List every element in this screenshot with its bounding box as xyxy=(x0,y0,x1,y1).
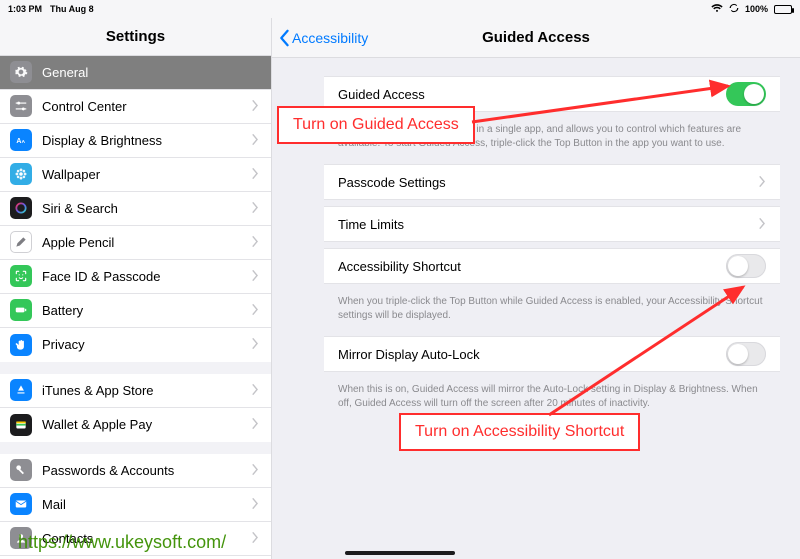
time-limits-row[interactable]: Time Limits xyxy=(324,206,780,242)
sidebar-item-control-center[interactable]: Control Center xyxy=(0,90,271,124)
sidebar-item-label: Apple Pencil xyxy=(42,235,114,250)
mail-icon xyxy=(10,493,32,515)
status-date: Thu Aug 8 xyxy=(50,4,94,14)
guided-access-toggle-switch[interactable] xyxy=(726,82,766,106)
sidebar-item-itunes-app-store[interactable]: iTunes & App Store xyxy=(0,374,271,408)
sidebar-item-label: Wallpaper xyxy=(42,167,100,182)
flower-icon xyxy=(10,163,32,185)
sidebar-title: Settings xyxy=(0,18,271,56)
wallet-icon xyxy=(10,414,32,436)
sidebar-item-passwords-accounts[interactable]: Passwords & Accounts xyxy=(0,454,271,488)
wifi-icon xyxy=(711,4,723,15)
sidebar-item-label: Wallet & Apple Pay xyxy=(42,417,152,432)
aa-icon: AA xyxy=(10,129,32,151)
status-battery-pct: 100% xyxy=(745,4,768,14)
back-label: Accessibility xyxy=(292,30,368,46)
mirror-auto-lock-toggle[interactable]: Mirror Display Auto-Lock xyxy=(324,336,780,372)
sidebar-item-label: Siri & Search xyxy=(42,201,118,216)
sidebar-item-contacts[interactable]: Contacts xyxy=(0,522,271,556)
detail-title: Guided Access xyxy=(482,29,590,46)
chevron-right-icon xyxy=(252,497,259,512)
chevron-right-icon xyxy=(252,383,259,398)
sidebar-item-label: iTunes & App Store xyxy=(42,383,154,398)
sidebar-item-wallet-apple-pay[interactable]: Wallet & Apple Pay xyxy=(0,408,271,442)
section-footer: When this is on, Guided Access will mirr… xyxy=(324,378,780,424)
sidebar-item-label: Contacts xyxy=(42,531,93,546)
chevron-right-icon xyxy=(252,337,259,352)
mirror-auto-lock-toggle-switch[interactable] xyxy=(726,342,766,366)
guided-access-toggle[interactable]: Guided Access xyxy=(324,76,780,112)
sidebar-item-label: Mail xyxy=(42,497,66,512)
sidebar-item-label: General xyxy=(42,65,88,80)
accessibility-shortcut-toggle[interactable]: Accessibility Shortcut xyxy=(324,248,780,284)
sidebar-item-apple-pencil[interactable]: Apple Pencil xyxy=(0,226,271,260)
sidebar-item-siri-search[interactable]: Siri & Search xyxy=(0,192,271,226)
detail-pane: Accessibility Guided Access Guided Acces… xyxy=(272,18,800,559)
contacts-icon xyxy=(10,527,32,549)
sync-icon xyxy=(729,3,739,15)
sidebar-item-battery[interactable]: Battery xyxy=(0,294,271,328)
faceid-icon xyxy=(10,265,32,287)
cell-label: Time Limits xyxy=(338,217,404,232)
sidebar-item-label: Battery xyxy=(42,303,83,318)
sidebar-item-wallpaper[interactable]: Wallpaper xyxy=(0,158,271,192)
sidebar-item-general[interactable]: General xyxy=(0,56,271,90)
sidebar-item-label: Passwords & Accounts xyxy=(42,463,174,478)
pencil-icon xyxy=(10,231,32,253)
hand-icon xyxy=(10,334,32,356)
sidebar-item-mail[interactable]: Mail xyxy=(0,488,271,522)
sidebar-item-label: Control Center xyxy=(42,99,127,114)
sidebar-item-label: Display & Brightness xyxy=(42,133,162,148)
gear-icon xyxy=(10,61,32,83)
battery-icon xyxy=(774,5,792,14)
chevron-right-icon xyxy=(252,531,259,546)
svg-text:A: A xyxy=(16,138,21,145)
siri-icon xyxy=(10,197,32,219)
appstore-icon xyxy=(10,379,32,401)
sidebar-item-label: Privacy xyxy=(42,337,85,352)
cell-label: Passcode Settings xyxy=(338,175,446,190)
sliders-icon xyxy=(10,95,32,117)
passcode-settings-row[interactable]: Passcode Settings xyxy=(324,164,780,200)
section-footer: When you triple-click the Top Button whi… xyxy=(324,290,780,336)
chevron-right-icon xyxy=(252,269,259,284)
settings-sidebar: Settings General Control Center AA Display … xyxy=(0,18,272,559)
chevron-right-icon xyxy=(759,175,766,190)
section-footer: Guided Access keeps the iPad in a single… xyxy=(324,118,780,164)
chevron-right-icon xyxy=(252,201,259,216)
chevron-right-icon xyxy=(252,235,259,250)
key-icon xyxy=(10,459,32,481)
sidebar-item-privacy[interactable]: Privacy xyxy=(0,328,271,362)
status-time: 1:03 PM xyxy=(8,4,42,14)
sidebar-item-face-id-passcode[interactable]: Face ID & Passcode xyxy=(0,260,271,294)
svg-text:A: A xyxy=(22,139,26,144)
chevron-right-icon xyxy=(252,167,259,182)
chevron-right-icon xyxy=(252,99,259,114)
battery-icon xyxy=(10,299,32,321)
cell-label: Accessibility Shortcut xyxy=(338,259,461,274)
status-bar: 1:03 PM Thu Aug 8 100% xyxy=(0,0,800,18)
chevron-right-icon xyxy=(759,217,766,232)
back-button[interactable]: Accessibility xyxy=(278,18,368,58)
chevron-right-icon xyxy=(252,133,259,148)
home-indicator xyxy=(345,551,455,555)
chevron-right-icon xyxy=(252,417,259,432)
cell-label: Mirror Display Auto-Lock xyxy=(338,347,480,362)
chevron-right-icon xyxy=(252,303,259,318)
sidebar-item-display-brightness[interactable]: AA Display & Brightness xyxy=(0,124,271,158)
sidebar-item-label: Face ID & Passcode xyxy=(42,269,161,284)
chevron-right-icon xyxy=(252,463,259,478)
detail-header: Accessibility Guided Access xyxy=(272,18,800,58)
cell-label: Guided Access xyxy=(338,87,425,102)
accessibility-shortcut-toggle-switch[interactable] xyxy=(726,254,766,278)
